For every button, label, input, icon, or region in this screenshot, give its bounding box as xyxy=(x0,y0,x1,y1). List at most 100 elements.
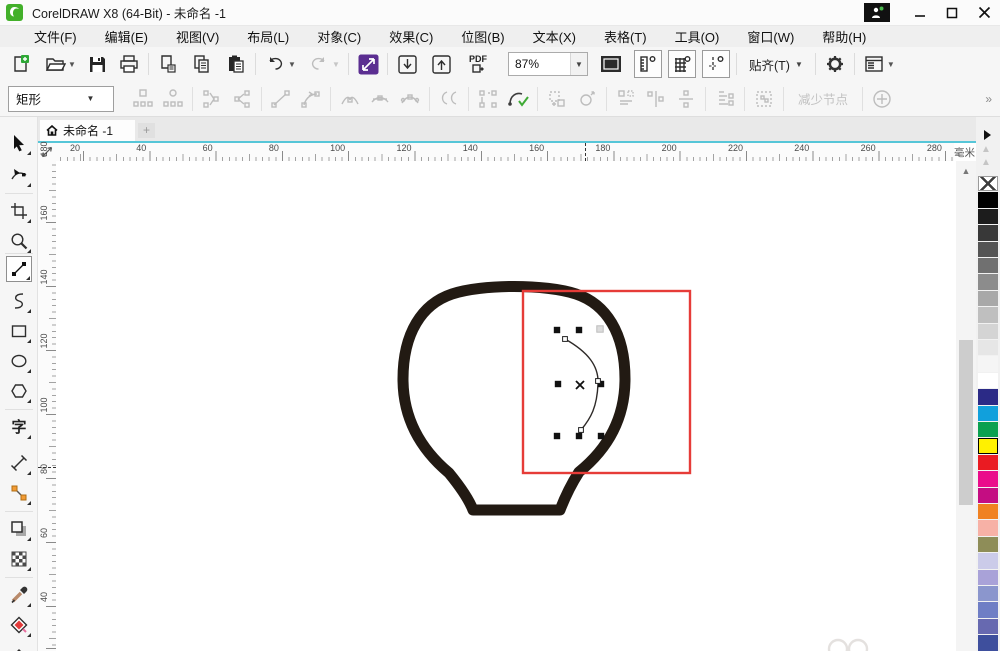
zoom-level-combo[interactable]: 87% ▼ xyxy=(508,52,588,76)
convert-to-line-button[interactable] xyxy=(266,86,296,112)
close-curve-button[interactable] xyxy=(503,86,533,112)
palette-swatch-22[interactable] xyxy=(978,537,998,552)
show-guidelines-toggle[interactable] xyxy=(702,50,730,78)
show-rulers-toggle[interactable] xyxy=(634,50,662,78)
zoom-level-dropdown[interactable]: ▼ xyxy=(570,53,587,75)
delete-node-button[interactable] xyxy=(158,86,188,112)
connector-tool[interactable] xyxy=(6,480,32,506)
menu-item-10[interactable]: 窗口(W) xyxy=(733,27,808,46)
show-grid-toggle[interactable] xyxy=(668,50,696,78)
export-button[interactable] xyxy=(428,51,454,77)
open-dropdown[interactable]: ▼ xyxy=(68,60,78,69)
ellipse-tool[interactable] xyxy=(6,348,32,374)
snap-to-menu[interactable]: 贴齐(T)▼ xyxy=(743,55,809,74)
interactive-fill-tool[interactable] xyxy=(6,642,32,651)
cusp-node-button[interactable] xyxy=(335,86,365,112)
selection-handle-3[interactable] xyxy=(555,381,561,387)
palette-swatch-14[interactable] xyxy=(978,406,998,421)
palette-swatch-18[interactable] xyxy=(978,471,998,486)
color-eyedropper-tool[interactable] xyxy=(6,582,32,608)
scroll-up-button[interactable]: ▲ xyxy=(958,164,974,178)
shape-tool[interactable] xyxy=(6,162,32,188)
palette-swatch-7[interactable] xyxy=(978,291,998,306)
redo-button[interactable] xyxy=(306,51,332,77)
palette-scroll-up-icon[interactable]: ▲ xyxy=(981,144,991,155)
menu-item-9[interactable]: 工具(O) xyxy=(661,27,734,46)
application-launcher-button[interactable] xyxy=(861,51,887,77)
open-button[interactable] xyxy=(42,51,68,77)
align-nodes-button[interactable] xyxy=(641,86,671,112)
document-tab[interactable]: 未命名 -1 xyxy=(40,120,135,141)
close-button[interactable] xyxy=(968,0,1000,25)
import-button[interactable] xyxy=(394,51,420,77)
canvas-vertical-scrollbar[interactable]: ▲ xyxy=(956,161,976,651)
menu-item-6[interactable]: 位图(B) xyxy=(447,27,518,46)
selection-handle-7[interactable] xyxy=(598,433,604,439)
palette-swatch-4[interactable] xyxy=(978,242,998,257)
selection-handle-0[interactable] xyxy=(554,327,560,333)
menu-item-5[interactable]: 效果(C) xyxy=(375,27,447,46)
break-curve-button[interactable] xyxy=(227,86,257,112)
curve-node-1[interactable] xyxy=(596,379,601,384)
transparency-tool[interactable] xyxy=(6,546,32,572)
palette-swatch-20[interactable] xyxy=(978,504,998,519)
copy-button[interactable] xyxy=(189,51,215,77)
palette-flyout-icon[interactable] xyxy=(984,130,991,140)
text-tool[interactable]: 字 xyxy=(6,414,32,440)
account-button[interactable] xyxy=(864,3,890,22)
cut-button[interactable] xyxy=(155,51,181,77)
extend-curve-to-close-button[interactable] xyxy=(542,86,572,112)
application-launcher-dropdown[interactable]: ▼ xyxy=(887,60,897,69)
smart-drawing-tool[interactable] xyxy=(6,288,32,314)
palette-swatch-17[interactable] xyxy=(978,455,998,470)
palette-swatch-21[interactable] xyxy=(978,520,998,535)
horizontal-ruler[interactable]: 20406080100120140160180200220240260280 xyxy=(56,143,954,161)
menu-item-11[interactable]: 帮助(H) xyxy=(808,27,880,46)
smart-fill-tool[interactable] xyxy=(6,612,32,638)
selection-handle-5[interactable] xyxy=(554,433,560,439)
selection-handle-2[interactable] xyxy=(597,326,603,332)
symmetrical-node-button[interactable] xyxy=(395,86,425,112)
palette-swatch-9[interactable] xyxy=(978,324,998,339)
new-document-button[interactable] xyxy=(8,51,34,77)
pick-tool[interactable] xyxy=(6,130,32,156)
menu-item-2[interactable]: 视图(V) xyxy=(162,27,233,46)
reduce-nodes-button[interactable]: 减少节点 xyxy=(798,89,848,108)
parallel-dimension-tool[interactable] xyxy=(6,450,32,476)
palette-swatch-27[interactable] xyxy=(978,619,998,634)
drawing-canvas[interactable] xyxy=(56,161,956,651)
join-nodes-button[interactable] xyxy=(197,86,227,112)
menu-item-4[interactable]: 对象(C) xyxy=(303,27,375,46)
palette-swatch-19[interactable] xyxy=(978,488,998,503)
rectangle-tool[interactable] xyxy=(6,318,32,344)
menu-item-8[interactable]: 表格(T) xyxy=(590,27,661,46)
palette-swatch-28[interactable] xyxy=(978,635,998,650)
print-button[interactable] xyxy=(116,51,142,77)
polygon-tool[interactable] xyxy=(6,378,32,404)
palette-swatch-12[interactable] xyxy=(978,373,998,388)
property-bar-overflow[interactable]: » xyxy=(985,92,992,106)
select-all-nodes-button[interactable] xyxy=(749,86,779,112)
palette-swatch-11[interactable] xyxy=(978,356,998,371)
palette-swatch-23[interactable] xyxy=(978,553,998,568)
palette-swatch-3[interactable] xyxy=(978,225,998,240)
menu-item-3[interactable]: 布局(L) xyxy=(233,27,303,46)
undo-button[interactable] xyxy=(262,51,288,77)
shape-preset-dropdown[interactable]: ▼ xyxy=(61,94,113,103)
palette-swatch-1[interactable] xyxy=(978,192,998,207)
selection-handle-1[interactable] xyxy=(576,327,582,333)
palette-swatch-15[interactable] xyxy=(978,422,998,437)
menu-item-1[interactable]: 编辑(E) xyxy=(91,27,162,46)
paste-button[interactable] xyxy=(223,51,249,77)
extract-subpath-button[interactable] xyxy=(473,86,503,112)
shape-preset-combo[interactable]: 矩形 ▼ xyxy=(8,86,114,112)
palette-swatch-16[interactable] xyxy=(978,438,998,453)
zoom-tool[interactable] xyxy=(6,228,32,254)
palette-swatch-8[interactable] xyxy=(978,307,998,322)
curve-node-0[interactable] xyxy=(563,337,568,342)
maximize-button[interactable] xyxy=(936,0,968,25)
freehand-tool[interactable] xyxy=(6,256,32,282)
undo-dropdown[interactable]: ▼ xyxy=(288,60,298,69)
palette-swatch-24[interactable] xyxy=(978,570,998,585)
palette-swatch-26[interactable] xyxy=(978,602,998,617)
